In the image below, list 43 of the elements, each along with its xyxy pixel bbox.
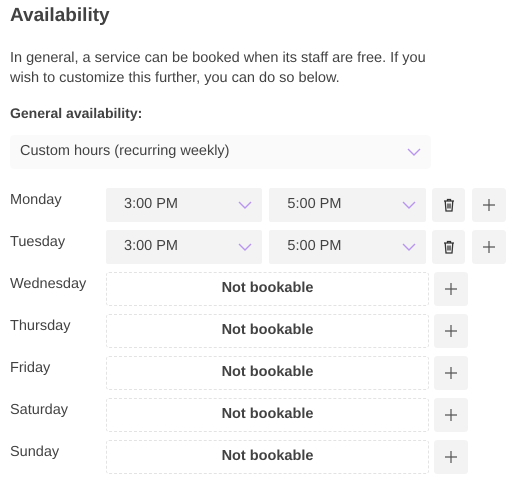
day-label: Saturday	[10, 401, 70, 420]
day-label: Friday	[10, 359, 52, 378]
field-label: General availability:	[10, 104, 142, 122]
chevron-icon	[402, 201, 416, 209]
add-button[interactable]	[434, 356, 468, 390]
day-label: Wednesday	[10, 275, 88, 294]
chevron-icon	[402, 243, 416, 251]
day-label: Monday	[10, 191, 63, 210]
not-bookable-slot: Not bookable	[106, 398, 429, 432]
chevron-icon	[407, 148, 421, 156]
plus-icon	[483, 241, 496, 253]
trash-icon	[442, 198, 455, 212]
not-bookable-slot: Not bookable	[106, 356, 429, 390]
plus-icon	[445, 283, 457, 295]
add-button[interactable]	[434, 314, 468, 348]
chevron-icon	[238, 243, 252, 251]
plus-icon	[483, 199, 496, 211]
day-label: Tuesday	[10, 233, 66, 252]
add-button[interactable]	[434, 398, 468, 432]
chevron-icon	[238, 201, 252, 209]
delete-button[interactable]	[432, 188, 466, 222]
day-label: Sunday	[10, 443, 60, 462]
add-button[interactable]	[472, 230, 506, 264]
plus-icon	[445, 409, 457, 421]
plus-icon	[445, 325, 457, 337]
day-label: Thursday	[10, 317, 72, 336]
trash-icon	[442, 240, 455, 254]
not-bookable-slot: Not bookable	[106, 314, 429, 348]
time-dropdown[interactable]: 3:00 PM	[106, 230, 262, 264]
add-button[interactable]	[434, 440, 468, 474]
time-dropdown[interactable]: 5:00 PM	[269, 188, 426, 222]
plus-icon	[445, 451, 457, 463]
plus-icon	[445, 367, 457, 379]
time-dropdown[interactable]: 5:00 PM	[269, 230, 426, 264]
not-bookable-slot: Not bookable	[106, 440, 429, 474]
section-title: Availability	[10, 4, 111, 28]
delete-button[interactable]	[432, 230, 466, 264]
not-bookable-slot: Not bookable	[106, 272, 429, 306]
add-button[interactable]	[472, 188, 506, 222]
description-text: In general, a service can be booked when its staff are free. If you wish to customize this further, you can do so below.	[10, 49, 427, 88]
availability-dropdown[interactable]: Custom hours (recurring weekly)	[10, 135, 431, 169]
time-dropdown[interactable]: 3:00 PM	[106, 188, 262, 222]
add-button[interactable]	[434, 272, 468, 306]
